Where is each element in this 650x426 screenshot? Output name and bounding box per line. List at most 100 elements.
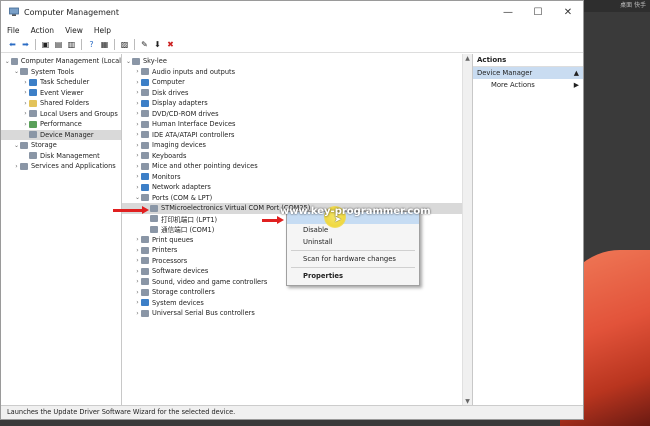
chevron-right-icon[interactable]: › (134, 68, 141, 75)
device-tree-item[interactable]: › Computer (122, 77, 472, 88)
device-tree-item[interactable]: ⌄ Ports (COM & LPT) (122, 193, 472, 204)
console-tree-item[interactable]: › Local Users and Groups (1, 109, 121, 120)
menu-view[interactable]: View (65, 26, 83, 35)
chevron-right-icon[interactable]: › (134, 89, 141, 96)
actions-device-manager[interactable]: Device Manager ▲ (473, 67, 583, 79)
console-tree-item[interactable]: › Performance (1, 119, 121, 130)
device-tree-item[interactable]: › Mice and other pointing devices (122, 161, 472, 172)
chevron-right-icon[interactable]: › (134, 142, 141, 149)
scroll-up-arrow-icon[interactable]: ▲ (463, 54, 472, 63)
chevron-right-icon[interactable]: › (134, 236, 141, 243)
device-category-icon (141, 299, 149, 307)
device-tree-item[interactable]: › Audio inputs and outputs (122, 67, 472, 78)
context-menu-scan-hardware[interactable]: Scan for hardware changes (287, 253, 419, 265)
context-menu-disable[interactable]: Disable (287, 224, 419, 236)
device-tree-item[interactable]: › Network adapters (122, 182, 472, 193)
device-tree-item[interactable]: › System devices (122, 298, 472, 309)
scan-hardware-icon[interactable]: ▨ (119, 39, 130, 50)
device-tree-item[interactable]: › Display adapters (122, 98, 472, 109)
console-tree-item[interactable]: Device Manager (1, 129, 121, 140)
console-tree-item[interactable]: › Task Scheduler (1, 77, 121, 88)
show-hide-tree-icon[interactable]: ▣ (40, 39, 51, 50)
console-tree-item[interactable]: ⌄ Storage (1, 140, 121, 151)
chevron-right-icon[interactable]: › (134, 152, 141, 159)
chevron-down-icon[interactable]: ⌄ (13, 142, 20, 149)
menu-action[interactable]: Action (31, 26, 55, 35)
chevron-down-icon[interactable]: ⌄ (4, 58, 11, 65)
title-bar[interactable]: Computer Management — ☐ ✕ (1, 1, 583, 23)
chevron-right-icon[interactable]: › (13, 163, 20, 170)
red-arrow-annotation (262, 216, 284, 224)
context-menu-properties[interactable]: Properties (287, 270, 419, 282)
chevron-right-icon[interactable]: › (134, 121, 141, 128)
device-tree-item[interactable]: › Universal Serial Bus controllers (122, 308, 472, 319)
vertical-scrollbar[interactable]: ▲ ▼ (462, 54, 472, 406)
menu-file[interactable]: File (7, 26, 20, 35)
chevron-right-icon[interactable]: › (134, 131, 141, 138)
device-tree-item[interactable]: › Imaging devices (122, 140, 472, 151)
device-tree-item[interactable]: › Monitors (122, 172, 472, 183)
chevron-down-icon[interactable]: ⌄ (134, 194, 141, 201)
device-category-icon (150, 204, 158, 212)
console-tree-item[interactable]: › Event Viewer (1, 88, 121, 99)
close-button[interactable]: ✕ (553, 1, 583, 23)
chevron-right-icon[interactable]: › (22, 100, 29, 107)
chevron-right-icon[interactable]: › (134, 278, 141, 285)
list-view-icon[interactable]: ▥ (66, 39, 77, 50)
chevron-right-icon[interactable]: › (134, 163, 141, 170)
properties-icon[interactable]: ▦ (99, 39, 110, 50)
console-tree-item[interactable]: › Shared Folders (1, 98, 121, 109)
device-tree-item[interactable]: › IDE ATA/ATAPI controllers (122, 130, 472, 141)
chevron-right-icon[interactable]: › (22, 121, 29, 128)
chevron-right-icon[interactable]: › (134, 257, 141, 264)
chevron-right-icon[interactable]: › (22, 110, 29, 117)
chevron-right-icon[interactable]: › (134, 110, 141, 117)
console-tree-label: Task Scheduler (40, 78, 90, 87)
device-tree-label: 打印机端口 (LPT1) (161, 215, 218, 224)
console-tree-item[interactable]: ⌄ System Tools (1, 67, 121, 78)
device-tree-item[interactable]: › Human Interface Devices (122, 119, 472, 130)
chevron-right-icon[interactable]: › (134, 173, 141, 180)
update-driver-icon[interactable]: ✎ (139, 39, 150, 50)
chevron-right-icon[interactable]: › (134, 100, 141, 107)
chevron-right-icon[interactable]: › (134, 268, 141, 275)
device-tree-label: Printers (152, 246, 178, 255)
console-tree-item[interactable]: Disk Management (1, 151, 121, 162)
device-category-icon (141, 78, 149, 86)
chevron-down-icon[interactable]: ⌄ (13, 68, 20, 75)
disable-device-icon[interactable]: ⬇ (152, 39, 163, 50)
chevron-right-icon[interactable]: › (134, 289, 141, 296)
chevron-right-icon[interactable]: › (134, 79, 141, 86)
menu-help[interactable]: Help (94, 26, 111, 35)
console-tree-item[interactable]: ⌄ Computer Management (Local (1, 56, 121, 67)
help-icon[interactable]: ? (86, 39, 97, 50)
device-tree-item[interactable]: ⌄ Sky-lee (122, 56, 472, 67)
chevron-right-icon[interactable]: › (134, 299, 141, 306)
device-tree-item[interactable]: › Storage controllers (122, 287, 472, 298)
device-tree-label: Mice and other pointing devices (152, 162, 258, 171)
forward-arrow-icon[interactable]: ➡ (20, 39, 31, 50)
device-category-icon (29, 89, 37, 97)
device-tree-item[interactable]: › DVD/CD-ROM drives (122, 109, 472, 120)
console-tree-label: Storage (31, 141, 57, 150)
minimize-button[interactable]: — (493, 1, 523, 23)
console-tree-label: Disk Management (40, 151, 100, 160)
collapse-up-icon[interactable]: ▲ (574, 67, 579, 79)
device-category-icon (141, 131, 149, 139)
device-tree-item[interactable]: › Disk drives (122, 88, 472, 99)
chevron-right-icon[interactable]: › (134, 184, 141, 191)
chevron-right-icon[interactable]: › (134, 247, 141, 254)
console-tree-icon[interactable]: ▤ (53, 39, 64, 50)
back-arrow-icon[interactable]: ⬅ (7, 39, 18, 50)
chevron-right-icon[interactable]: › (134, 310, 141, 317)
uninstall-device-icon[interactable]: ✖ (165, 39, 176, 50)
context-menu-uninstall[interactable]: Uninstall (287, 236, 419, 248)
chevron-right-icon[interactable]: › (22, 89, 29, 96)
toolbar-separator (134, 39, 135, 50)
chevron-down-icon[interactable]: ⌄ (125, 58, 132, 65)
device-tree-item[interactable]: › Keyboards (122, 151, 472, 162)
more-actions-item[interactable]: More Actions ▶ (473, 79, 583, 91)
console-tree-item[interactable]: › Services and Applications (1, 161, 121, 172)
chevron-right-icon[interactable]: › (22, 79, 29, 86)
maximize-button[interactable]: ☐ (523, 1, 553, 23)
